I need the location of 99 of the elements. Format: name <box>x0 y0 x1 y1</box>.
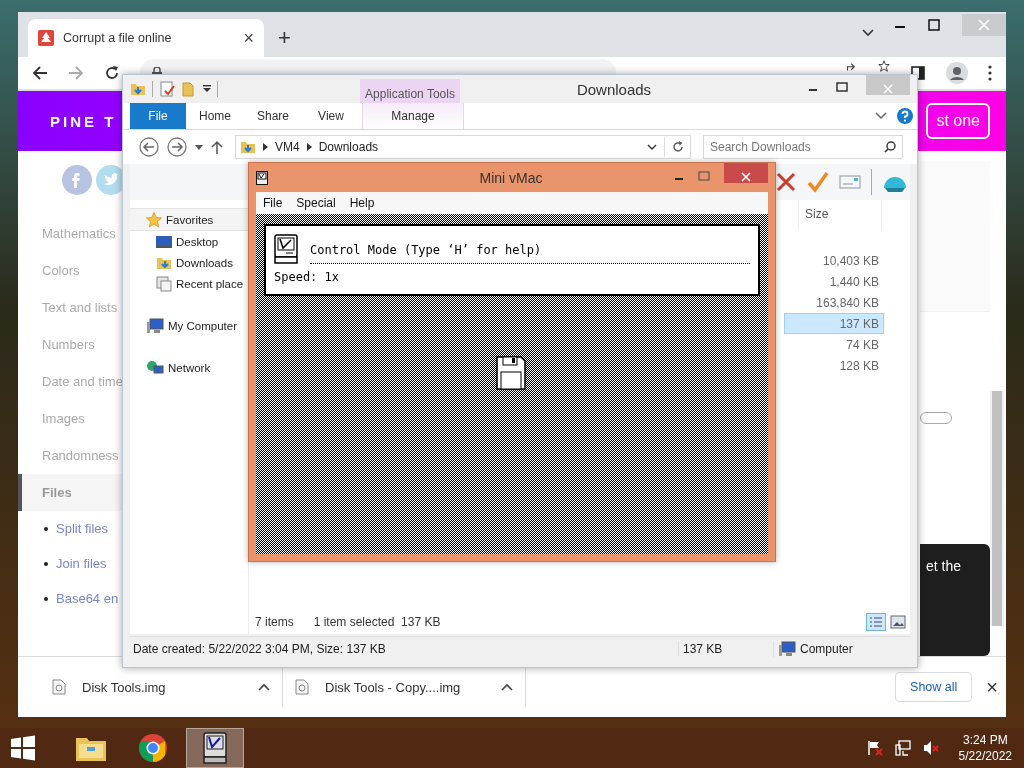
windows-start-icon[interactable] <box>10 735 36 761</box>
file-tab[interactable]: File <box>130 103 186 129</box>
close-tab-button[interactable]: × <box>243 29 254 48</box>
ribbon-tab[interactable]: Home <box>186 103 244 129</box>
folder-icon <box>240 139 256 155</box>
refresh-icon[interactable] <box>672 141 684 153</box>
forward-icon[interactable] <box>167 137 187 157</box>
maximize-icon[interactable] <box>928 19 940 31</box>
column-header[interactable]: Size <box>798 200 882 230</box>
properties-icon[interactable] <box>159 81 175 97</box>
menu-item[interactable]: File <box>263 196 283 210</box>
window-title: Downloads <box>575 80 653 100</box>
site-logo[interactable]: PINE T <box>50 112 117 130</box>
close-icon <box>741 172 751 182</box>
share-icon[interactable] <box>846 60 858 73</box>
checkmark-icon[interactable] <box>807 171 829 193</box>
star-icon[interactable] <box>878 60 890 73</box>
search-field[interactable]: Search Downloads <box>703 135 903 159</box>
folder-icon[interactable] <box>130 81 146 97</box>
search-icon <box>884 141 896 153</box>
tab-title: Corrupt a file online <box>63 31 173 46</box>
network-icon <box>146 359 164 376</box>
sidebar-link[interactable]: Split files <box>56 521 109 536</box>
chevron-down-icon[interactable] <box>862 29 874 38</box>
nav-item[interactable]: Recent place <box>130 273 248 294</box>
details-text: Date created: 5/22/2022 3:04 PM, Size: 137 KB <box>132 642 387 656</box>
tree-icon <box>38 30 54 47</box>
caret-up-icon[interactable] <box>258 683 270 691</box>
close-icon <box>978 19 990 31</box>
close-icon <box>883 83 893 94</box>
close-button[interactable]: × <box>986 675 998 699</box>
file-row[interactable]: 74 KB <box>784 334 884 355</box>
speed-text: Speed: 1x <box>274 270 341 284</box>
details-size: 137 KB <box>678 642 773 656</box>
breadcrumb[interactable]: Downloads <box>318 140 379 154</box>
item-count: 7 items <box>255 615 294 629</box>
dropdown-icon[interactable] <box>203 85 211 93</box>
chevron-down-icon[interactable] <box>647 144 657 150</box>
mac-icon <box>274 234 298 264</box>
computer-icon <box>778 641 796 657</box>
recent-icon <box>156 275 172 292</box>
new-tab-button[interactable]: + <box>278 27 291 50</box>
computer-icon <box>203 732 227 764</box>
browser-icon <box>138 733 168 763</box>
chevron-down-icon[interactable] <box>875 112 887 120</box>
back-icon[interactable] <box>139 137 159 157</box>
location-text: Computer <box>800 642 853 656</box>
show-all-button[interactable]: Show all <box>895 672 973 702</box>
nav-item[interactable]: Downloads <box>130 252 248 273</box>
taskbar-app[interactable] <box>186 728 244 768</box>
file-row[interactable]: 1,440 KB <box>784 271 884 292</box>
file-row[interactable]: 10,403 KB <box>784 250 884 271</box>
nav-item[interactable]: Network <box>130 357 248 378</box>
file-row[interactable]: 128 KB <box>784 355 884 376</box>
chevron-right-icon <box>306 143 312 151</box>
help-icon[interactable] <box>897 108 913 124</box>
file-row[interactable]: 137 KB <box>784 313 884 334</box>
sidebar-link[interactable]: Join files <box>56 556 107 571</box>
monitor-icon <box>156 234 172 249</box>
mac-icon <box>256 170 268 185</box>
file-icon <box>52 679 66 695</box>
menu-item[interactable]: Special <box>296 196 336 210</box>
up-arrow-icon[interactable] <box>211 140 223 154</box>
clock-time[interactable]: 3:24 PM <box>962 732 1008 748</box>
star-icon <box>146 211 162 228</box>
avatar-icon[interactable] <box>946 62 968 85</box>
context-tab-label: Application Tools <box>360 79 460 103</box>
selection-info: 1 item selected 137 KB <box>313 615 441 629</box>
computer-icon <box>146 317 164 334</box>
menu-item[interactable]: Help <box>349 196 375 210</box>
ribbon-tab[interactable]: Share <box>244 103 302 129</box>
speaker-muted-icon[interactable] <box>922 740 939 756</box>
network-icon[interactable] <box>894 740 911 756</box>
file-row[interactable]: 163,840 KB <box>784 292 884 313</box>
dropdown-icon[interactable] <box>195 144 203 150</box>
ribbon-tab[interactable]: View <box>302 103 360 129</box>
close-button[interactable] <box>724 163 768 183</box>
breadcrumb[interactable]: VM4 <box>275 140 300 154</box>
window-title: Mini vMac <box>478 169 544 186</box>
back-icon[interactable] <box>32 65 48 82</box>
reload-icon[interactable] <box>104 65 120 82</box>
file-icon <box>295 679 309 695</box>
caret-up-icon[interactable] <box>501 683 513 691</box>
menu-icon[interactable] <box>988 65 992 82</box>
chevron-right-icon <box>263 143 268 151</box>
maximize-icon[interactable] <box>836 82 848 92</box>
card-text: et the <box>926 558 962 574</box>
sidebar-link[interactable]: Base64 en <box>56 591 119 606</box>
address-field[interactable]: VM4 Downloads <box>235 135 691 159</box>
flag-icon[interactable] <box>866 740 883 756</box>
delete-icon[interactable] <box>775 171 797 193</box>
mode-text: Control Mode (Type ‘H’ for help) <box>310 243 542 257</box>
nav-item[interactable]: Desktop <box>130 231 248 252</box>
clock-date[interactable]: 5/22/2022 <box>958 748 1012 764</box>
nav-item[interactable]: My Computer <box>130 315 248 336</box>
browser-tab[interactable]: Corrupt a file online × <box>28 19 264 58</box>
sidebar-icon[interactable] <box>910 65 926 82</box>
thumbnail-view-icon[interactable] <box>890 615 906 629</box>
scrollbar[interactable] <box>990 391 1004 626</box>
